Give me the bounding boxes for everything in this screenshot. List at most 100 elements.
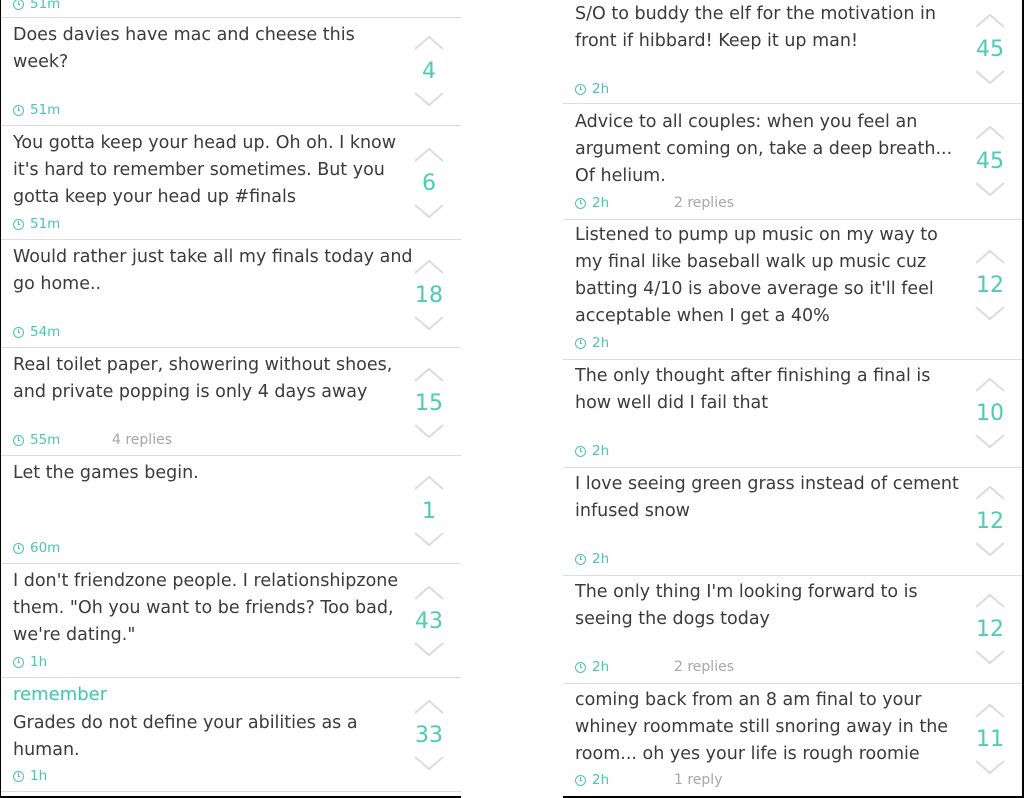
post[interactable]: You gotta keep your head up. Oh oh. I kn… xyxy=(1,126,461,240)
upvote-button[interactable] xyxy=(974,248,1006,266)
upvote-button[interactable] xyxy=(974,12,1006,30)
vote-control: 43 xyxy=(409,584,449,658)
upvote-button[interactable] xyxy=(413,366,445,384)
vote-control: 45 xyxy=(970,124,1010,198)
downvote-button[interactable] xyxy=(413,202,445,220)
clock-icon xyxy=(13,104,24,116)
upvote-button[interactable] xyxy=(413,698,445,716)
upvote-button[interactable] xyxy=(413,34,445,52)
post[interactable]: coming back from an 8 am final to your w… xyxy=(563,684,1022,796)
vote-control: 45 xyxy=(970,12,1010,86)
downvote-button[interactable] xyxy=(974,180,1006,198)
upvote-button[interactable] xyxy=(413,146,445,164)
upvote-button[interactable] xyxy=(413,474,445,492)
clock-icon xyxy=(13,218,24,230)
post-time: 2h xyxy=(592,335,610,351)
downvote-button[interactable] xyxy=(413,530,445,548)
upvote-button[interactable] xyxy=(413,584,445,602)
upvote-button[interactable] xyxy=(974,702,1006,720)
vote-score: 10 xyxy=(976,401,1004,426)
replies-count[interactable]: 1 reply xyxy=(674,772,722,788)
upvote-button[interactable] xyxy=(413,258,445,276)
vote-control: 12 xyxy=(970,248,1010,322)
post[interactable]: I don't friendzone people. I relationshi… xyxy=(1,564,461,678)
upvote-button[interactable] xyxy=(974,376,1006,394)
downvote-button[interactable] xyxy=(974,648,1006,666)
post-tag[interactable]: remember xyxy=(13,684,107,705)
clock-icon xyxy=(575,197,586,209)
post[interactable]: remember Grades do not define your abili… xyxy=(1,678,461,792)
vote-control: 6 xyxy=(409,146,449,220)
chevron-down-icon xyxy=(975,650,1005,665)
post-time: 51m xyxy=(30,0,61,12)
chevron-up-icon xyxy=(975,703,1005,718)
downvote-button[interactable] xyxy=(413,422,445,440)
downvote-button[interactable] xyxy=(413,640,445,658)
chevron-down-icon xyxy=(414,92,444,107)
downvote-button[interactable] xyxy=(974,758,1006,776)
post-time: 2h xyxy=(592,551,610,567)
downvote-button[interactable] xyxy=(413,754,445,772)
vote-score: 4 xyxy=(422,59,436,84)
post-text: Advice to all couples: when you feel an … xyxy=(575,112,953,186)
downvote-button[interactable] xyxy=(974,304,1006,322)
post-time: 51m xyxy=(30,216,61,232)
clock-icon xyxy=(575,661,586,673)
post[interactable]: Does davies have mac and cheese this wee… xyxy=(1,18,461,126)
vote-score: 11 xyxy=(976,727,1004,752)
vote-control: 11 xyxy=(970,702,1010,776)
downvote-button[interactable] xyxy=(413,314,445,332)
post-meta: 55m xyxy=(13,432,60,448)
clock-icon xyxy=(575,774,586,786)
vote-score: 12 xyxy=(976,617,1004,642)
post[interactable]: I love seeing green grass instead of cem… xyxy=(563,468,1022,576)
post-meta: 54m xyxy=(13,324,60,340)
post-text: The only thing I'm looking forward to is… xyxy=(575,582,918,629)
chevron-up-icon xyxy=(975,377,1005,392)
replies-count[interactable]: 2 replies xyxy=(674,195,734,211)
post[interactable]: The only thought after finishing a final… xyxy=(563,360,1022,468)
chevron-down-icon xyxy=(414,642,444,657)
downvote-button[interactable] xyxy=(974,68,1006,86)
downvote-button[interactable] xyxy=(413,90,445,108)
post-time: 51m xyxy=(30,102,61,118)
post[interactable]: Listened to pump up music on my way to m… xyxy=(563,220,1022,360)
post-meta: 1h xyxy=(13,654,47,670)
replies-count[interactable]: 2 replies xyxy=(674,659,734,675)
chevron-up-icon xyxy=(414,475,444,490)
chevron-down-icon xyxy=(975,542,1005,557)
post[interactable]: Real toilet paper, showering without sho… xyxy=(1,348,461,456)
vote-control: 10 xyxy=(970,376,1010,450)
post-meta: 60m xyxy=(13,540,60,556)
upvote-button[interactable] xyxy=(974,124,1006,142)
vote-control: 18 xyxy=(409,258,449,332)
post-meta: 2h xyxy=(575,772,609,788)
post[interactable]: Let the games begin. 60m 1 xyxy=(1,456,461,564)
post[interactable]: S/O to buddy the elf for the motivation … xyxy=(563,0,1022,104)
post-time: 2h xyxy=(592,443,610,459)
post-text: Let the games begin. xyxy=(13,463,199,483)
post-time: 2h xyxy=(592,772,610,788)
chevron-down-icon xyxy=(975,182,1005,197)
post[interactable]: Would rather just take all my finals tod… xyxy=(1,240,461,348)
clock-icon xyxy=(575,445,586,457)
post-meta: 2h xyxy=(575,551,609,567)
upvote-button[interactable] xyxy=(974,592,1006,610)
post-time: 2h xyxy=(592,81,610,97)
post[interactable]: Advice to all couples: when you feel an … xyxy=(563,104,1022,220)
clock-icon xyxy=(13,542,24,554)
post-time: 1h xyxy=(30,768,48,784)
vote-score: 33 xyxy=(415,723,443,748)
downvote-button[interactable] xyxy=(974,432,1006,450)
vote-control: 33 xyxy=(409,698,449,772)
clock-icon xyxy=(575,83,586,95)
chevron-up-icon xyxy=(414,35,444,50)
vote-control: 12 xyxy=(970,484,1010,558)
downvote-button[interactable] xyxy=(974,540,1006,558)
clock-icon xyxy=(575,337,586,349)
vote-score: 45 xyxy=(976,149,1004,174)
upvote-button[interactable] xyxy=(974,484,1006,502)
chevron-down-icon xyxy=(414,424,444,439)
replies-count[interactable]: 4 replies xyxy=(112,432,172,448)
post[interactable]: The only thing I'm looking forward to is… xyxy=(563,576,1022,684)
